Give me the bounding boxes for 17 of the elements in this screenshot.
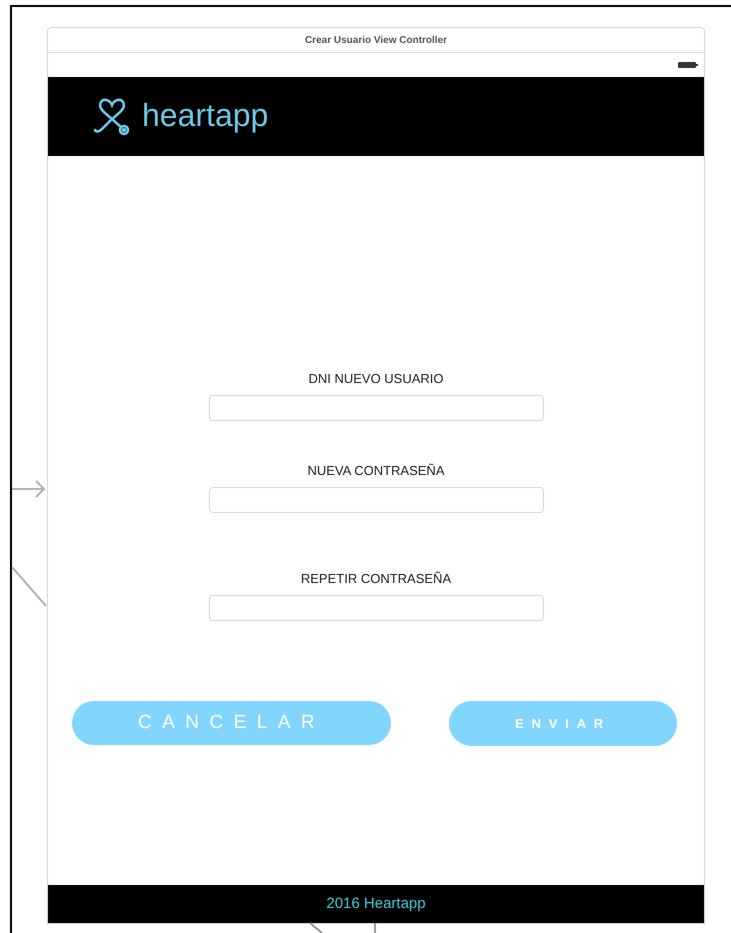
logo-text: heartapp: [142, 98, 268, 134]
window-title: Crear Usuario View Controller: [304, 34, 448, 48]
cancel-button[interactable]: CANCELAR: [72, 701, 391, 745]
field-label: REPETIR CONTRASEÑA: [300, 571, 452, 587]
input-field[interactable]: [208, 595, 544, 621]
footer-text: 2016 Heartapp: [326, 894, 426, 914]
segue-arrow: [11, 480, 46, 498]
battery-icon: [678, 62, 698, 68]
send-button[interactable]: ENVIAR: [449, 701, 677, 746]
segue-line: [309, 922, 323, 933]
input-field[interactable]: [208, 395, 544, 421]
segue-line: [11, 566, 47, 607]
segue-line: [374, 923, 376, 933]
heart-stethoscope-icon: [92, 96, 132, 136]
field-label: DNI NUEVO USUARIO: [308, 371, 444, 387]
input-field[interactable]: [208, 487, 544, 513]
field-label: NUEVA CONTRASEÑA: [307, 463, 444, 479]
